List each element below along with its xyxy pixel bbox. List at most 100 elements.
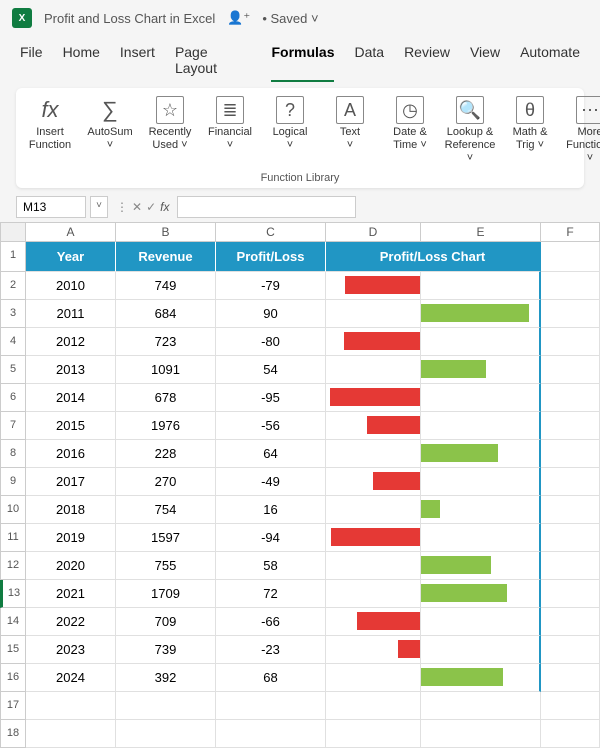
col-header-b[interactable]: B bbox=[116, 222, 216, 242]
col-header-e[interactable]: E bbox=[421, 222, 541, 242]
cell[interactable] bbox=[421, 664, 541, 692]
cell[interactable] bbox=[421, 300, 541, 328]
row-header[interactable]: 5 bbox=[0, 356, 26, 384]
cell[interactable]: 90 bbox=[216, 300, 326, 328]
cell[interactable]: 723 bbox=[116, 328, 216, 356]
row-header[interactable]: 1 bbox=[0, 242, 26, 272]
cell[interactable] bbox=[421, 524, 541, 552]
cell[interactable] bbox=[421, 692, 541, 720]
cell[interactable]: -56 bbox=[216, 412, 326, 440]
cell[interactable] bbox=[421, 496, 541, 524]
cell[interactable]: 2020 bbox=[26, 552, 116, 580]
cell[interactable] bbox=[541, 692, 600, 720]
cell[interactable] bbox=[326, 384, 421, 412]
cell[interactable] bbox=[421, 552, 541, 580]
cell[interactable]: 2014 bbox=[26, 384, 116, 412]
cell[interactable]: 678 bbox=[116, 384, 216, 412]
autosum-button[interactable]: ∑ AutoSum˅ bbox=[86, 96, 134, 152]
cell[interactable] bbox=[326, 272, 421, 300]
cell[interactable] bbox=[216, 692, 326, 720]
cell[interactable] bbox=[421, 328, 541, 356]
name-box-dropdown[interactable]: ˅ bbox=[90, 196, 108, 218]
cell[interactable]: 2019 bbox=[26, 524, 116, 552]
cell[interactable] bbox=[326, 692, 421, 720]
cell[interactable]: 2024 bbox=[26, 664, 116, 692]
tab-insert[interactable]: Insert bbox=[120, 44, 155, 82]
cell[interactable]: 64 bbox=[216, 440, 326, 468]
cell[interactable] bbox=[541, 664, 600, 692]
cell[interactable] bbox=[326, 496, 421, 524]
row-header[interactable]: 14 bbox=[0, 608, 26, 636]
cell[interactable]: -79 bbox=[216, 272, 326, 300]
row-header[interactable]: 10 bbox=[0, 496, 26, 524]
cell[interactable]: Profit/Loss Chart bbox=[326, 242, 541, 272]
row-header[interactable]: 15 bbox=[0, 636, 26, 664]
cell[interactable]: 2011 bbox=[26, 300, 116, 328]
more-functions-button[interactable]: ⋯ More Functions ˅ bbox=[566, 96, 600, 166]
cell[interactable]: -95 bbox=[216, 384, 326, 412]
tab-data[interactable]: Data bbox=[354, 44, 384, 82]
cell[interactable]: 1976 bbox=[116, 412, 216, 440]
row-header[interactable]: 3 bbox=[0, 300, 26, 328]
row-header[interactable]: 9 bbox=[0, 468, 26, 496]
enter-icon[interactable]: ✓ bbox=[146, 200, 156, 214]
cell[interactable] bbox=[421, 356, 541, 384]
cell[interactable] bbox=[541, 356, 600, 384]
tab-automate[interactable]: Automate bbox=[520, 44, 580, 82]
cell[interactable]: 739 bbox=[116, 636, 216, 664]
col-header-f[interactable]: F bbox=[541, 222, 600, 242]
cell[interactable] bbox=[541, 468, 600, 496]
cell[interactable]: 2017 bbox=[26, 468, 116, 496]
cell[interactable]: 228 bbox=[116, 440, 216, 468]
cell[interactable]: 2022 bbox=[26, 608, 116, 636]
save-status[interactable]: • Saved ˅ bbox=[262, 11, 318, 26]
cell[interactable]: 58 bbox=[216, 552, 326, 580]
row-header[interactable]: 2 bbox=[0, 272, 26, 300]
tab-view[interactable]: View bbox=[470, 44, 500, 82]
cell[interactable] bbox=[541, 720, 600, 748]
row-header[interactable]: 11 bbox=[0, 524, 26, 552]
cell[interactable]: -94 bbox=[216, 524, 326, 552]
text-button[interactable]: A Text˅ bbox=[326, 96, 374, 152]
fx-label-icon[interactable]: fx bbox=[160, 200, 169, 214]
cell[interactable]: 2012 bbox=[26, 328, 116, 356]
cell[interactable]: 684 bbox=[116, 300, 216, 328]
cell[interactable] bbox=[541, 242, 600, 272]
recently-used-button[interactable]: ☆ Recently Used ˅ bbox=[146, 96, 194, 152]
cell[interactable] bbox=[326, 720, 421, 748]
row-header[interactable]: 12 bbox=[0, 552, 26, 580]
logical-button[interactable]: ? Logical˅ bbox=[266, 96, 314, 152]
col-header-d[interactable]: D bbox=[326, 222, 421, 242]
formula-menu-icon[interactable]: ⋮ bbox=[116, 200, 128, 214]
cell[interactable] bbox=[26, 720, 116, 748]
cell[interactable] bbox=[421, 468, 541, 496]
cell[interactable]: 68 bbox=[216, 664, 326, 692]
cell[interactable] bbox=[421, 440, 541, 468]
row-header[interactable]: 18 bbox=[0, 720, 26, 748]
cell[interactable]: 709 bbox=[116, 608, 216, 636]
cell[interactable]: -80 bbox=[216, 328, 326, 356]
cell[interactable]: 1597 bbox=[116, 524, 216, 552]
cell[interactable] bbox=[326, 636, 421, 664]
cell[interactable]: 749 bbox=[116, 272, 216, 300]
cell[interactable]: 16 bbox=[216, 496, 326, 524]
cell[interactable] bbox=[541, 552, 600, 580]
cell[interactable] bbox=[541, 524, 600, 552]
cell[interactable]: 2018 bbox=[26, 496, 116, 524]
cell[interactable]: 754 bbox=[116, 496, 216, 524]
cell[interactable] bbox=[326, 300, 421, 328]
date-time-button[interactable]: ◷ Date & Time ˅ bbox=[386, 96, 434, 152]
cell[interactable] bbox=[421, 608, 541, 636]
cell[interactable] bbox=[116, 692, 216, 720]
cell[interactable]: 1091 bbox=[116, 356, 216, 384]
tab-formulas[interactable]: Formulas bbox=[271, 44, 334, 82]
cell[interactable]: 1709 bbox=[116, 580, 216, 608]
row-header[interactable]: 6 bbox=[0, 384, 26, 412]
cell[interactable]: 2016 bbox=[26, 440, 116, 468]
cell[interactable]: 2013 bbox=[26, 356, 116, 384]
spreadsheet-grid[interactable]: A B C D E F 1YearRevenueProfit/LossProfi… bbox=[0, 222, 600, 748]
cell[interactable]: 270 bbox=[116, 468, 216, 496]
cell[interactable] bbox=[326, 328, 421, 356]
cell[interactable] bbox=[116, 720, 216, 748]
cell[interactable] bbox=[421, 384, 541, 412]
